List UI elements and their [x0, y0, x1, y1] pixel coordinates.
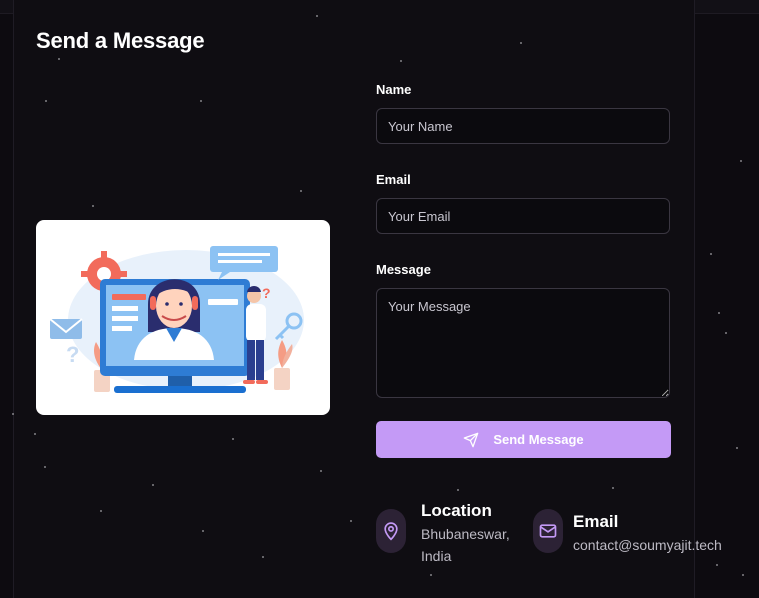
page-title: Send a Message [36, 28, 205, 53]
map-pin-icon [384, 522, 398, 541]
email-title: Email [573, 512, 619, 531]
email-icon-badge [533, 509, 563, 553]
email-value: contact@soumyajit.tech [573, 537, 722, 553]
envelope-deco-icon [49, 318, 83, 339]
location-icon-badge [376, 509, 406, 553]
envelope-icon [539, 524, 557, 538]
message-label: Message [376, 262, 431, 277]
location-line2: India [421, 548, 452, 564]
svg-text:?: ? [262, 285, 271, 301]
svg-text:?: ? [66, 342, 79, 367]
email-input[interactable] [376, 198, 670, 234]
name-input[interactable] [376, 108, 670, 144]
customer-support-illustration: ? ? [36, 220, 330, 415]
message-textarea[interactable] [376, 288, 670, 398]
paper-plane-icon [463, 432, 479, 447]
name-label: Name [376, 82, 412, 97]
send-message-button[interactable]: Send Message [376, 421, 671, 458]
send-message-label: Send Message [493, 432, 584, 447]
email-label: Email [376, 172, 411, 187]
location-title: Location [421, 501, 492, 520]
location-line1: Bhubaneswar, [421, 526, 510, 542]
